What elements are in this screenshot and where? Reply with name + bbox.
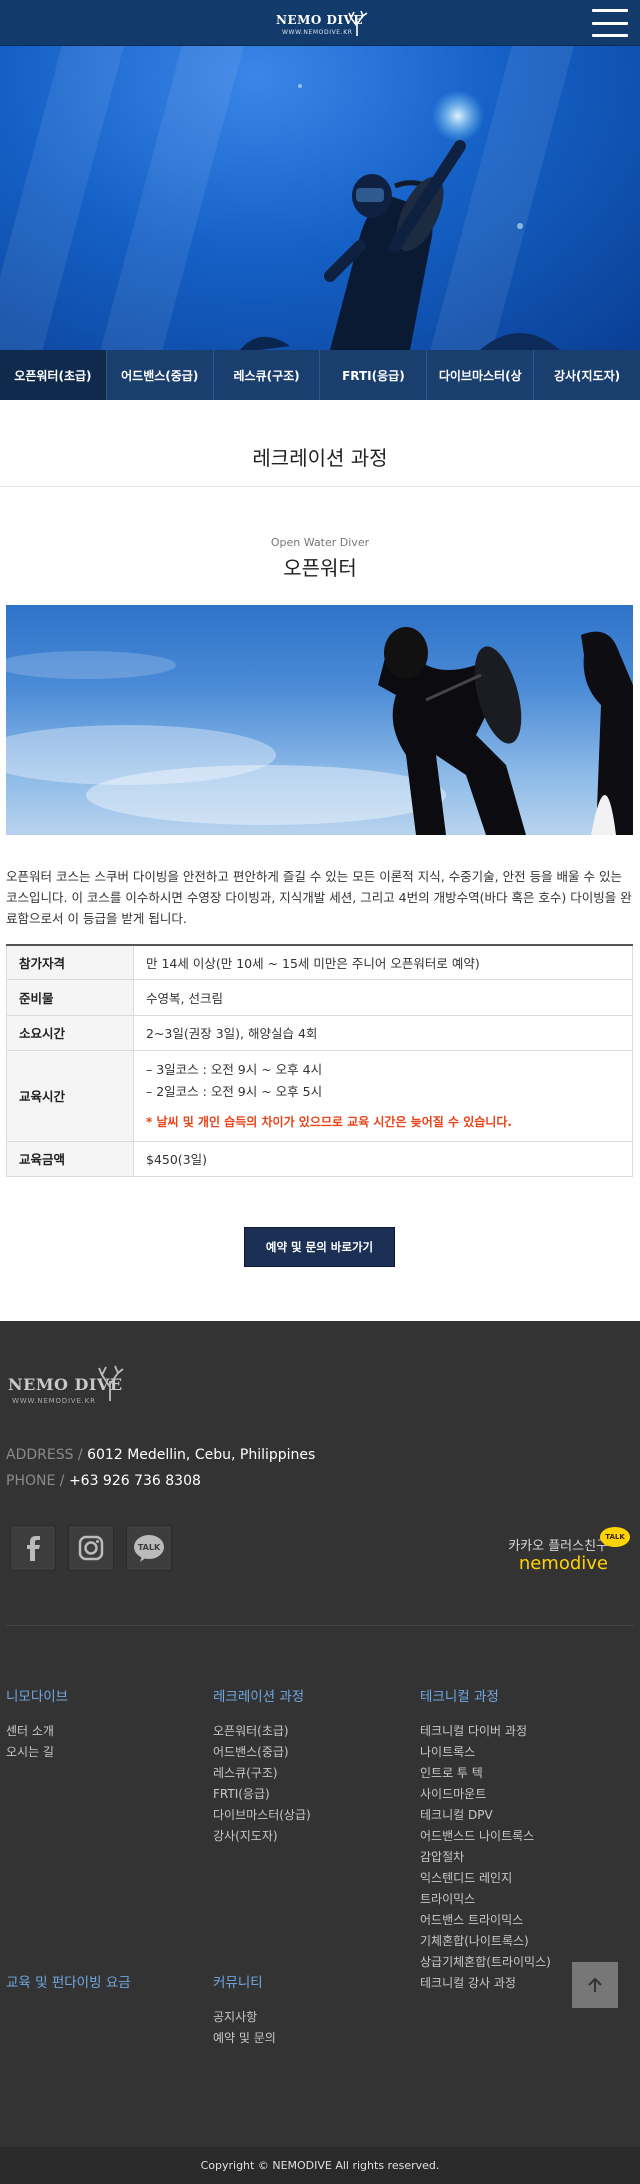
tab-instructor[interactable]: 강사(지도자): [534, 350, 640, 400]
footer-link[interactable]: 오픈워터(초급): [213, 1721, 311, 1742]
table-row: 준비물 수영복, 선크림: [6, 978, 633, 1016]
address-label: ADDRESS /: [6, 1447, 83, 1463]
footer-link[interactable]: 감압절차: [420, 1847, 551, 1868]
footer-link[interactable]: 어드밴스드 나이트록스: [420, 1826, 551, 1847]
footer-link[interactable]: 오시는 길: [6, 1742, 68, 1763]
table-value: $450(3일): [133, 1140, 633, 1177]
footer-link[interactable]: 나이트록스: [420, 1742, 551, 1763]
footer-address: ADDRESS / 6012 Medellin, Cebu, Philippin…: [6, 1447, 315, 1463]
schedule-warning: * 날씨 및 개인 습득의 차이가 있으므로 교육 시간은 늦어질 수 있습니다…: [146, 1114, 512, 1129]
footer-column-title[interactable]: 교육 및 펀다이빙 요금: [6, 1971, 131, 1991]
footer-link[interactable]: 센터 소개: [6, 1721, 68, 1742]
footer-link[interactable]: 테크니컬 다이버 과정: [420, 1721, 551, 1742]
scuba-diver-underwater-photo: [240, 84, 560, 350]
footer-link[interactable]: 예약 및 문의: [213, 2028, 276, 2049]
footer-column-technical: 테크니컬 과정 테크니컬 다이버 과정 나이트록스 인트로 투 텍 사이드마운트…: [420, 1685, 551, 1994]
logo-subtext: WWW.NEMODIVE.KR: [282, 29, 353, 36]
footer-link[interactable]: 어드밴스(중급): [213, 1742, 311, 1763]
table-label: 소요시간: [6, 1014, 134, 1051]
arrow-up-icon: [588, 1977, 602, 1992]
footer-link[interactable]: 테크니컬 강사 과정: [420, 1973, 551, 1994]
footer-column-nemodive: 니모다이브 센터 소개 오시는 길: [6, 1685, 68, 1763]
hamburger-menu-icon[interactable]: [592, 9, 628, 37]
footer-link[interactable]: 공지사항: [213, 2007, 276, 2028]
footer-link[interactable]: 트라이믹스: [420, 1889, 551, 1910]
table-label: 준비물: [6, 978, 134, 1016]
course-tabs: 오픈워터(초급) 어드밴스(중급) 레스큐(구조) FRTI(응급) 다이브마스…: [0, 350, 640, 400]
footer-link[interactable]: 강사(지도자): [213, 1826, 311, 1847]
footer-column-title: 레크레이션 과정: [213, 1689, 305, 1705]
table-label: 교육금액: [6, 1140, 134, 1177]
table-value: – 3일코스 : 오전 9시 ~ 오후 4시 – 2일코스 : 오전 9시 ~ …: [133, 1049, 633, 1142]
instagram-icon[interactable]: [68, 1525, 114, 1571]
table-row: 소요시간 2~3일(권장 3일), 해양실습 4회: [6, 1014, 633, 1051]
footer-link[interactable]: 다이브마스터(상급): [213, 1805, 311, 1826]
site-header: NEMO DIVE WWW.NEMODIVE.KR: [0, 0, 640, 46]
course-subtitle-en: Open Water Diver: [270, 536, 370, 549]
footer-phone: PHONE / +63 926 736 8308: [6, 1473, 201, 1489]
tab-open-water[interactable]: 오픈워터(초급): [0, 350, 107, 400]
table-row: 교육금액 $450(3일): [6, 1140, 633, 1177]
footer-link[interactable]: FRTI(응급): [213, 1784, 311, 1805]
footer-column-title: 커뮤니티: [213, 1975, 263, 1991]
divider: [0, 486, 640, 487]
footer-link[interactable]: 어드밴스 트라이믹스: [420, 1910, 551, 1931]
kakao-plus-friend-link[interactable]: 카카오 플러스친구 nemodive TALK: [480, 1523, 630, 1579]
table-value: 2~3일(권장 3일), 해양실습 4회: [133, 1014, 633, 1051]
course-info-table: 참가자격 만 14세 이상(만 10세 ~ 15세 미만은 주니어 오픈워터로 …: [6, 944, 633, 1177]
footer-link[interactable]: 인트로 투 텍: [420, 1763, 551, 1784]
hero-banner: [0, 46, 640, 350]
footer-column-title: 테크니컬 과정: [420, 1689, 499, 1705]
scroll-to-top-button[interactable]: [572, 1962, 618, 2008]
footer-link[interactable]: 테크니컬 DPV: [420, 1805, 551, 1826]
kakao-label: 카카오 플러스친구: [508, 1539, 608, 1554]
kakaotalk-icon[interactable]: TALK: [126, 1525, 172, 1571]
schedule-line: – 2일코스 : 오전 9시 ~ 오후 5시: [146, 1083, 323, 1099]
diver-entering-water-photo: [6, 605, 633, 835]
address-value: 6012 Medellin, Cebu, Philippines: [87, 1447, 316, 1463]
coral-icon: [348, 10, 368, 36]
footer-link[interactable]: 사이드마운트: [420, 1784, 551, 1805]
footer-column-community: 커뮤니티 공지사항 예약 및 문의: [213, 1971, 276, 2049]
tab-rescue[interactable]: 레스큐(구조): [214, 350, 321, 400]
phone-value: +63 926 736 8308: [68, 1473, 201, 1489]
footer-link[interactable]: 상급기체혼합(트라이믹스): [420, 1952, 551, 1973]
page-title: 레크레이션 과정: [252, 446, 388, 470]
table-label: 참가자격: [6, 944, 134, 980]
phone-label: PHONE /: [6, 1473, 65, 1489]
course-title: 오픈워터: [283, 556, 357, 580]
tab-advanced[interactable]: 어드밴스(중급): [107, 350, 214, 400]
kakao-id: nemodive: [518, 1553, 608, 1574]
footer-column-title: 니모다이브: [6, 1689, 69, 1705]
schedule-line: – 3일코스 : 오전 9시 ~ 오후 4시: [146, 1061, 323, 1077]
footer-column-pricing: 교육 및 펀다이빙 요금: [6, 1971, 131, 2007]
coral-icon: [98, 1365, 124, 1401]
site-logo[interactable]: NEMO DIVE WWW.NEMODIVE.KR: [276, 8, 368, 40]
table-label: 교육시간: [6, 1049, 134, 1142]
kakaotalk-icon-text: TALK: [138, 1543, 161, 1552]
footer-link[interactable]: 익스텐디드 레인지: [420, 1868, 551, 1889]
reservation-button[interactable]: 예약 및 문의 바로가기: [244, 1227, 395, 1267]
copyright: Copyright © NEMODIVE All rights reserved…: [0, 2147, 640, 2184]
facebook-icon[interactable]: [10, 1525, 56, 1571]
table-row: 참가자격 만 14세 이상(만 10세 ~ 15세 미만은 주니어 오픈워터로 …: [6, 944, 633, 980]
footer-logo[interactable]: NEMO DIVE WWW.NEMODIVE.KR: [8, 1365, 124, 1409]
course-description: 오픈워터 코스는 스쿠버 다이빙을 안전하고 편안하게 즐길 수 있는 모든 이…: [6, 869, 632, 926]
table-value: 만 14세 이상(만 10세 ~ 15세 미만은 주니어 오픈워터로 예약): [133, 944, 633, 980]
table-value: 수영복, 선크림: [133, 978, 633, 1016]
site-footer: NEMO DIVE WWW.NEMODIVE.KR ADDRESS / 6012…: [0, 1321, 640, 2147]
footer-column-recreation: 레크레이션 과정 오픈워터(초급) 어드밴스(중급) 레스큐(구조) FRTI(…: [213, 1685, 311, 1847]
divider: [6, 1625, 634, 1626]
footer-logo-subtext: WWW.NEMODIVE.KR: [12, 1397, 96, 1405]
tab-frti[interactable]: FRTI(응급): [320, 350, 428, 400]
footer-link[interactable]: 레스큐(구조): [213, 1763, 311, 1784]
tab-divemaster[interactable]: 다이브마스터(상: [427, 350, 535, 400]
kakao-talk-badge: TALK: [600, 1527, 630, 1547]
table-row: 교육시간 – 3일코스 : 오전 9시 ~ 오후 4시 – 2일코스 : 오전 …: [6, 1049, 633, 1142]
footer-link[interactable]: 기체혼합(나이트록스): [420, 1931, 551, 1952]
